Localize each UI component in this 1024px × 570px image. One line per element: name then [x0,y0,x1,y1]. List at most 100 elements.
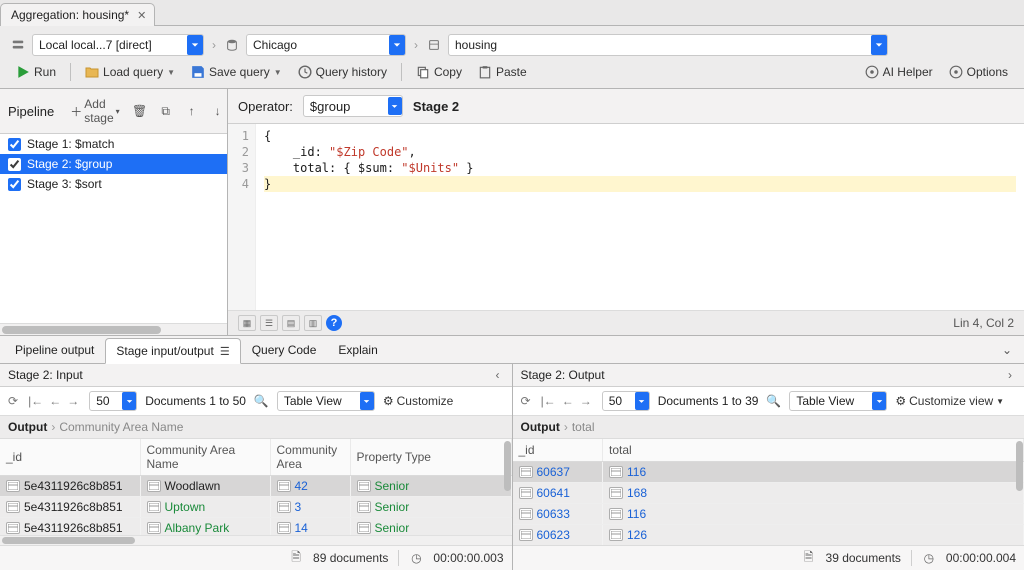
view-mode-4-button[interactable]: ▥ [304,315,322,331]
table-row[interactable]: 60641168 [513,483,1024,504]
pipeline-stage[interactable]: Stage 1: $match [0,134,227,154]
cell-id[interactable]: 60623 [513,525,603,546]
search-button[interactable]: 🔍 [766,394,781,408]
refresh-button[interactable]: ⟳ [8,394,18,408]
duplicate-stage-button[interactable]: ⧉ [156,103,176,119]
cell-area[interactable]: 42 [270,476,350,497]
col-area[interactable]: Community Area [270,439,350,476]
cell-id[interactable]: 60637 [513,462,603,483]
ai-helper-button[interactable]: AI Helper [859,62,939,82]
view-mode-3-button[interactable]: ▤ [282,315,300,331]
move-down-button[interactable]: ↓ [208,103,228,119]
cell-total[interactable]: 168 [603,483,1024,504]
horizontal-scrollbar[interactable] [0,535,512,545]
cell-type[interactable]: Senior [350,476,511,497]
first-page-button[interactable]: |← [539,394,558,408]
refresh-button[interactable]: ⟳ [521,394,531,408]
stage-list[interactable]: Stage 1: $match Stage 2: $groupStage 3: $… [0,134,227,323]
cell-area[interactable]: 14 [270,518,350,536]
table-row[interactable]: 5e4311926c8b851Woodlawn42Senior [0,476,511,497]
page-size-select[interactable]: 50 [602,391,650,411]
stage-label: Stage 1: $match [27,137,114,151]
col-name[interactable]: Community Area Name [140,439,270,476]
table-row[interactable]: 60623126 [513,525,1024,546]
tab-stage-io[interactable]: Stage input/output☰ [105,338,240,364]
arrow-down-icon: ↓ [212,105,224,117]
search-button[interactable]: 🔍 [254,394,269,408]
collapse-pane-button[interactable]: ⌄ [994,339,1020,361]
tab-pipeline-output[interactable]: Pipeline output [4,337,105,362]
collapse-right-icon[interactable]: › [1004,368,1016,382]
help-icon[interactable]: ? [326,315,342,331]
table-row[interactable]: 5e4311926c8b851Albany Park14Senior [0,518,511,536]
pipeline-stage[interactable]: Stage 2: $group [0,154,227,174]
cell-name[interactable]: Woodlawn [140,476,270,497]
document-tab[interactable]: Aggregation: housing* ✕ [0,3,155,26]
customize-button[interactable]: ⚙ Customize [383,394,453,408]
copy-button[interactable]: Copy [410,62,468,82]
page-size-select[interactable]: 50 [89,391,137,411]
cell-type[interactable]: Senior [350,518,511,536]
delete-stage-button[interactable]: 🗑 [130,103,150,119]
customize-view-button[interactable]: ⚙ Customize view ▼ [895,394,1004,408]
first-page-button[interactable]: |← [26,394,45,408]
view-mode-2-button[interactable]: ☰ [260,315,278,331]
collection-value: housing [455,38,497,52]
stage-checkbox[interactable] [8,158,21,171]
pipeline-stage[interactable]: Stage 3: $sort [0,174,227,194]
cell-area[interactable]: 3 [270,497,350,518]
col-id[interactable]: _id [0,439,140,476]
cell-id[interactable]: 60633 [513,504,603,525]
vertical-scrollbar[interactable] [502,439,512,535]
database-select[interactable]: Chicago [246,34,406,56]
cell-total[interactable]: 116 [603,504,1024,525]
stage-checkbox[interactable] [8,178,21,191]
collection-select[interactable]: housing [448,34,888,56]
view-mode-select[interactable]: Table View [277,391,375,411]
cell-id[interactable]: 5e4311926c8b851 [0,518,140,536]
paste-button[interactable]: Paste [472,62,533,82]
col-type[interactable]: Property Type [350,439,511,476]
next-page-button[interactable]: → [578,394,594,408]
operator-select[interactable]: $group [303,95,403,117]
table-row[interactable]: 5e4311926c8b851Uptown3Senior [0,497,511,518]
vertical-scrollbar[interactable] [1014,439,1024,545]
output-toolbar: ⟳ |← ← → 50 Documents 1 to 39 🔍 Table Vi… [513,387,1024,416]
cell-id[interactable]: 60641 [513,483,603,504]
col-id[interactable]: _id [513,439,603,462]
cell-name[interactable]: Uptown [140,497,270,518]
col-total[interactable]: total [603,439,1024,462]
cell-id[interactable]: 5e4311926c8b851 [0,476,140,497]
collapse-left-icon[interactable]: ‹ [492,368,504,382]
cell-type[interactable]: Senior [350,497,511,518]
table-row[interactable]: 60637116 [513,462,1024,483]
horizontal-scrollbar[interactable] [0,323,227,335]
cell-total[interactable]: 116 [603,462,1024,483]
run-button[interactable]: Run [10,62,62,82]
input-table[interactable]: _id Community Area Name Community Area P… [0,439,512,535]
cell-id[interactable]: 5e4311926c8b851 [0,497,140,518]
view-mode-select[interactable]: Table View [789,391,887,411]
connection-select[interactable]: Local local...7 [direct] [32,34,204,56]
collection-icon [426,37,442,53]
load-query-button[interactable]: Load query ▼ [79,62,181,82]
code-editor[interactable]: 1 2 3 4 { _id: "$Zip Code", total: { $su… [228,124,1024,310]
move-up-button[interactable]: ↑ [182,103,202,119]
save-query-button[interactable]: Save query ▼ [185,62,288,82]
output-table[interactable]: _id total 606371166064116860633116606231… [513,439,1024,545]
tab-explain[interactable]: Explain [327,337,388,362]
cell-total[interactable]: 126 [603,525,1024,546]
options-button[interactable]: Options [943,62,1014,82]
code-content[interactable]: { _id: "$Zip Code", total: { $sum: "$Uni… [256,124,1024,310]
add-stage-button[interactable]: ＋ Add stage ▾ [66,95,123,127]
cell-name[interactable]: Albany Park [140,518,270,536]
query-history-button[interactable]: Query history [292,62,393,82]
close-icon[interactable]: ✕ [137,9,146,22]
next-page-button[interactable]: → [65,394,81,408]
view-mode-1-button[interactable]: ▦ [238,315,256,331]
table-row[interactable]: 60633116 [513,504,1024,525]
prev-page-button[interactable]: ← [560,394,576,408]
tab-query-code[interactable]: Query Code [241,337,328,362]
prev-page-button[interactable]: ← [47,394,63,408]
stage-checkbox[interactable] [8,138,21,151]
